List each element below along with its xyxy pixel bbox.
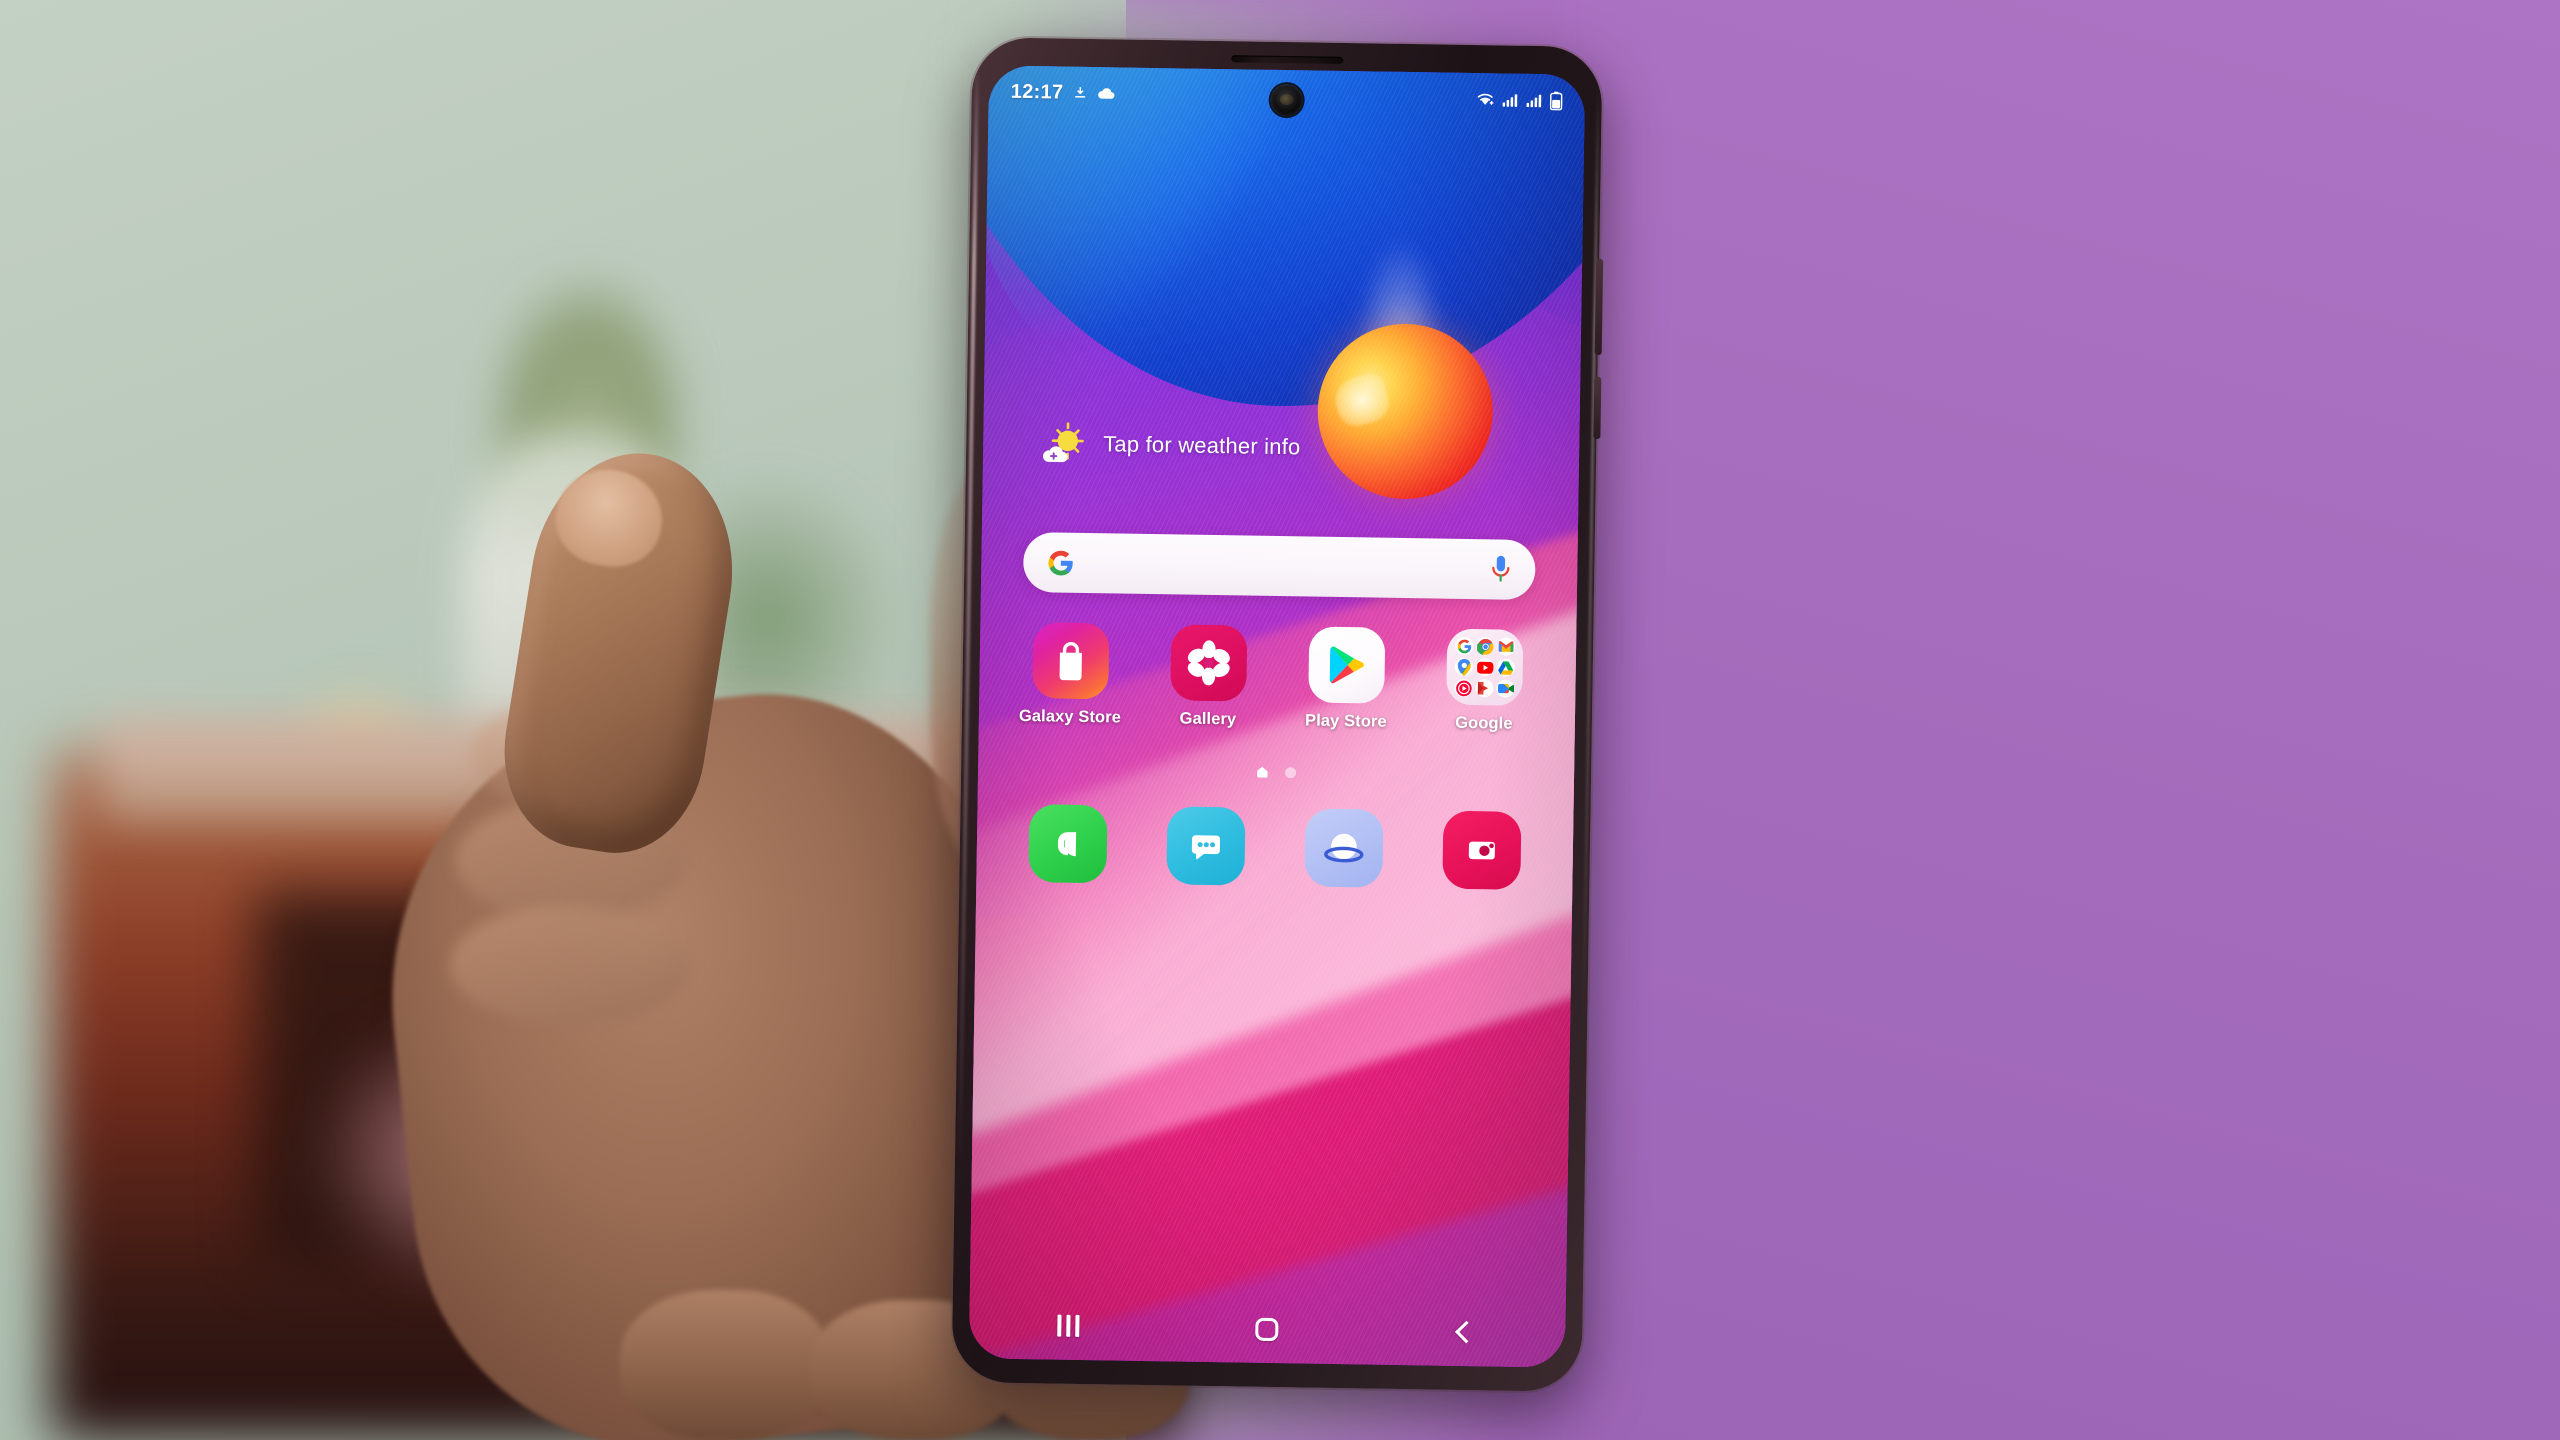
weather-widget[interactable]: Tap for weather info xyxy=(1037,420,1301,470)
status-bar-left: 12:17 xyxy=(1011,80,1116,105)
folder-mini-grid xyxy=(1453,636,1516,699)
home-icon xyxy=(1255,1317,1280,1341)
app-label: Gallery xyxy=(1179,709,1237,729)
dock xyxy=(998,804,1551,891)
gallery-icon xyxy=(1170,624,1248,702)
chrome-icon xyxy=(1475,637,1495,656)
app-label: Galaxy Store xyxy=(1018,706,1122,727)
smartphone: 12:17 Tap for weather info Galaxy Store … xyxy=(951,37,1604,1392)
maps-icon xyxy=(1454,657,1473,677)
google-search-bar[interactable] xyxy=(1022,532,1536,601)
app-play-store[interactable]: Play Store xyxy=(1287,626,1407,732)
cloud-icon xyxy=(1097,88,1115,99)
app-label: Google xyxy=(1455,713,1513,733)
home-app-grid: Galaxy Store Gallery Play Store Google xyxy=(1001,622,1555,735)
drive-icon xyxy=(1496,658,1515,677)
recents-icon xyxy=(1057,1314,1080,1337)
finger-1 xyxy=(620,1290,830,1440)
app-gallery[interactable]: Gallery xyxy=(1149,624,1269,730)
back-button[interactable] xyxy=(1427,1307,1506,1356)
messages-icon[interactable] xyxy=(1166,806,1246,886)
back-icon xyxy=(1454,1320,1478,1344)
volume-button[interactable] xyxy=(1594,258,1604,356)
sun-cloud-add-icon xyxy=(1043,422,1084,463)
meet-icon xyxy=(1496,679,1515,698)
phone-screen[interactable]: 12:17 Tap for weather info Galaxy Store … xyxy=(968,65,1586,1368)
battery-icon xyxy=(1549,91,1563,110)
page-dot-2[interactable] xyxy=(1284,767,1296,779)
download-icon xyxy=(1074,86,1085,98)
google-g-icon xyxy=(1048,550,1073,575)
google-folder-icon xyxy=(1446,628,1524,706)
signal-sim1-icon xyxy=(1502,93,1518,107)
navigation-bar xyxy=(969,1296,1566,1361)
youtube-icon xyxy=(1475,658,1494,677)
signal-sim2-icon xyxy=(1526,94,1542,107)
app-galaxy-store[interactable]: Galaxy Store xyxy=(1011,622,1131,728)
wifi-icon xyxy=(1477,93,1494,105)
app-google-folder[interactable]: Google xyxy=(1425,628,1545,734)
galaxy-store-icon xyxy=(1032,622,1110,700)
recents-button[interactable] xyxy=(1029,1301,1108,1350)
weather-label: Tap for weather info xyxy=(1103,431,1301,460)
youtube-music-icon xyxy=(1454,678,1473,698)
status-bar-right xyxy=(1476,90,1563,110)
status-time: 12:17 xyxy=(1010,80,1064,104)
camera-icon[interactable] xyxy=(1442,810,1522,890)
gmail-icon xyxy=(1496,637,1516,656)
home-button[interactable] xyxy=(1228,1304,1307,1353)
app-label: Play Store xyxy=(1304,711,1387,731)
samsung-internet-icon[interactable] xyxy=(1304,808,1384,888)
microphone-icon[interactable] xyxy=(1490,554,1511,584)
play-store-icon xyxy=(1308,626,1386,704)
knuckle-3 xyxy=(450,905,690,1025)
google-search-icon xyxy=(1454,636,1474,656)
power-button[interactable] xyxy=(1593,376,1602,440)
phone-icon[interactable] xyxy=(1028,804,1108,884)
play-movies-icon xyxy=(1475,679,1494,698)
page-dot-home[interactable] xyxy=(1257,767,1268,778)
